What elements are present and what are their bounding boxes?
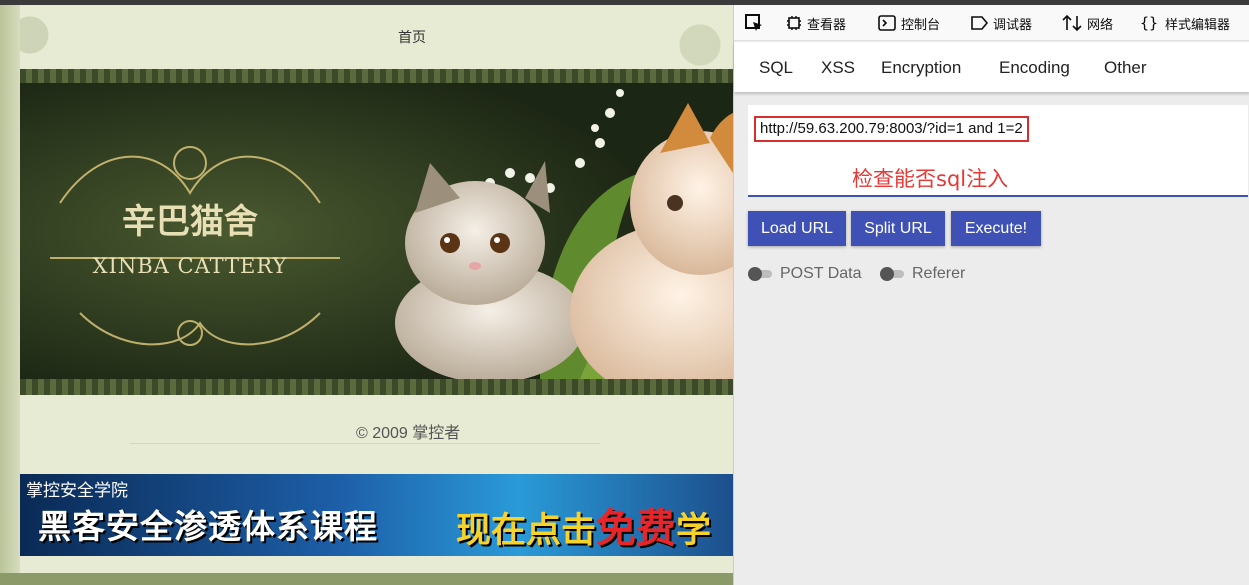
devtools-toolbar: 查看器 控制台 调试器 网络 {} 样式编辑器 <box>734 5 1249 41</box>
cattery-banner: 辛巴猫舍 XINBA CATTERY <box>20 69 733 395</box>
hackbar-tab-other[interactable]: Other <box>1104 58 1147 78</box>
network-icon <box>1062 14 1082 32</box>
devtools-panel: 查看器 控制台 调试器 网络 {} 样式编辑器 SQL XSS Encrypti… <box>733 5 1249 585</box>
banner-border-top <box>20 69 733 83</box>
tab-inspector-label: 查看器 <box>807 17 847 33</box>
nav-home-link[interactable]: 首页 <box>398 27 426 47</box>
load-url-button[interactable]: Load URL <box>748 211 846 246</box>
post-data-switch-icon[interactable] <box>748 267 774 281</box>
footer-divider <box>130 443 600 444</box>
page-bottom-border <box>0 573 733 585</box>
console-icon <box>878 15 896 31</box>
post-data-label: POST Data <box>780 265 862 282</box>
page-border <box>0 5 20 585</box>
tab-style-editor[interactable]: {} 样式编辑器 <box>1140 5 1230 41</box>
banner-title-cn: 辛巴猫舍 <box>122 202 258 242</box>
annotation-text: 检查能否sql注入 <box>852 167 1009 191</box>
ad-cta: 现在点击免费学 <box>456 496 711 554</box>
footer-copyright: © 2009 掌控者 <box>356 425 461 442</box>
ad-school-name: 掌控安全学院 <box>26 481 128 501</box>
url-textarea[interactable]: http://59.63.200.79:8003/?id=1 and 1=2 检… <box>748 105 1248 197</box>
ad-cta-free: 免费 <box>596 506 677 552</box>
tab-network[interactable]: 网络 <box>1062 5 1113 41</box>
ad-headline: 黑客安全渗透体系课程 <box>38 507 378 546</box>
tab-console[interactable]: 控制台 <box>878 5 940 41</box>
banner-title-en: XINBA CATTERY <box>93 254 288 278</box>
referer-label: Referer <box>912 265 966 282</box>
svg-text:{}: {} <box>1140 14 1158 32</box>
post-data-toggle[interactable]: POST Data <box>748 264 862 284</box>
hackbar-tab-encoding[interactable]: Encoding <box>999 58 1070 78</box>
tab-inspector[interactable]: 查看器 <box>786 5 846 41</box>
url-value-highlighted[interactable]: http://59.63.200.79:8003/?id=1 and 1=2 <box>754 116 1029 142</box>
banner-image: 辛巴猫舍 XINBA CATTERY <box>20 83 733 379</box>
ad-banner[interactable]: 掌控安全学院 黑客安全渗透体系课程 现在点击免费学 <box>20 474 733 556</box>
debugger-icon <box>971 16 988 30</box>
tab-style-editor-label: 样式编辑器 <box>1165 17 1231 33</box>
hackbar-tab-xss[interactable]: XSS <box>821 58 855 78</box>
hackbar-tab-encryption[interactable]: Encryption <box>881 58 961 78</box>
ad-cta-prefix: 现在点击 <box>456 511 597 551</box>
referer-switch-icon[interactable] <box>880 267 906 281</box>
web-page: 首页 辛巴猫舍 XINBA CATTERY © 2009 掌控者 掌控安全学院 … <box>0 5 733 585</box>
tab-debugger[interactable]: 调试器 <box>970 5 1032 41</box>
banner-border-bottom <box>20 379 733 395</box>
referer-toggle[interactable]: Referer <box>880 264 965 284</box>
style-editor-icon: {} <box>1140 14 1158 32</box>
tab-network-label: 网络 <box>1087 17 1114 33</box>
inspector-icon <box>787 16 801 30</box>
tab-debugger-label: 调试器 <box>993 17 1033 33</box>
hackbar-menu: SQL XSS Encryption Encoding Other <box>734 42 1249 92</box>
ad-cta-suffix: 学 <box>676 511 712 551</box>
element-picker-icon[interactable] <box>744 13 764 33</box>
split-url-button[interactable]: Split URL <box>851 211 945 246</box>
hackbar-tab-sql[interactable]: SQL <box>759 58 793 78</box>
tab-console-label: 控制台 <box>901 17 941 33</box>
execute-button[interactable]: Execute! <box>951 211 1041 246</box>
